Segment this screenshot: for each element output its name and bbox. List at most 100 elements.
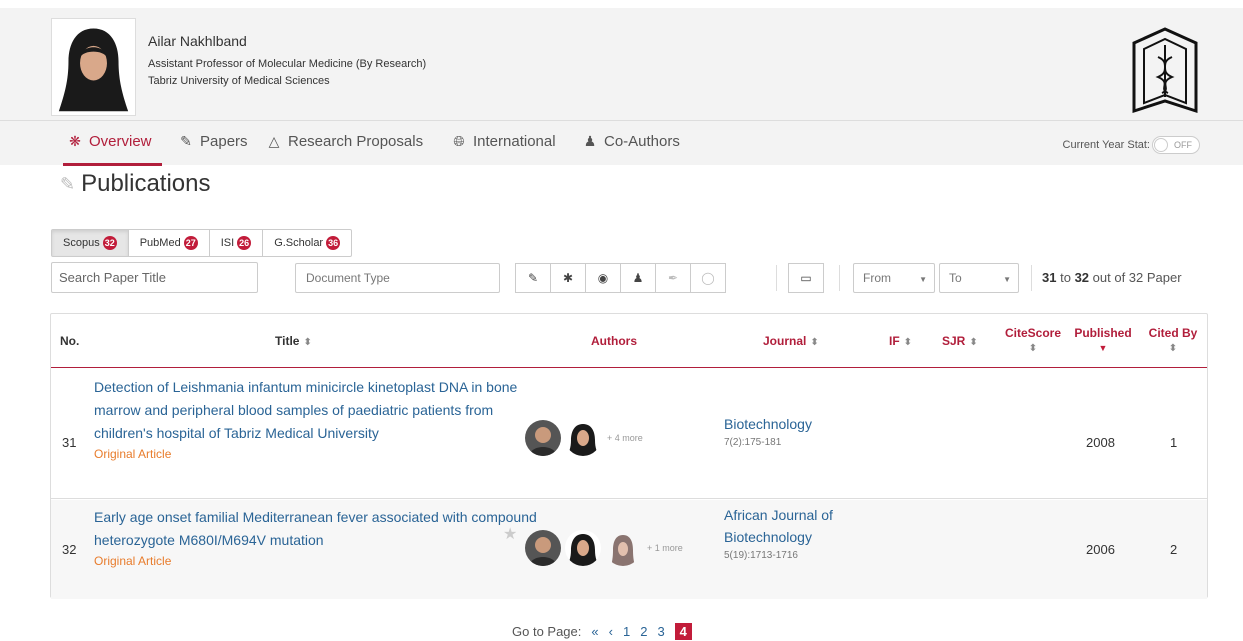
count-badge: 27 [183,236,198,250]
paper-title-link[interactable]: Early age onset familial Mediterranean f… [94,506,564,552]
source-tabs: Scopus 32 PubMed 27 ISI 26 G.Scholar 36 [51,229,353,257]
sort-icon: ⬍ [303,337,312,348]
year-stat-toggle[interactable]: OFF [1152,136,1200,154]
tab-research-proposals[interactable]: △ Research Proposals [266,133,423,150]
table-row: 32 Early age onset familial Mediterranea… [51,500,1207,599]
header-if[interactable]: IF ⬍ [889,334,912,348]
author-avatar[interactable] [525,420,561,456]
author-list: + 1 more [525,530,683,566]
tab-co-authors[interactable]: ♟ Co-Authors [582,133,680,150]
header-no: No. [60,334,80,348]
star-icon[interactable]: ★ [503,524,517,544]
sort-icon: ⬍ [969,337,978,348]
university-logo-icon [1132,27,1198,114]
paper-title-cell: Early age onset familial Mediterranean f… [94,506,564,570]
users-icon: ♟ [583,133,597,149]
pencil-filter-button[interactable]: ✎ [515,263,551,293]
page-link-1[interactable]: 1 [623,624,630,639]
published-year: 2006 [1086,542,1115,557]
more-authors-link[interactable]: + 1 more [647,543,683,553]
more-authors-link[interactable]: + 4 more [607,433,643,443]
journal-cell: Biotechnology 7(2):175-181 [724,413,812,451]
filter-icon-bar: ✎ ✱ ◉ ♟ ✒ ◯ [515,263,726,293]
network-icon: ❋ [69,133,81,149]
page-link-2[interactable]: 2 [640,624,647,639]
comment-filter-button[interactable]: ◯ [690,263,726,293]
profile-position: Assistant Professor of Molecular Medicin… [148,58,427,70]
current-year-stat: Current Year Stat: OFF [1063,136,1200,154]
globe-filter-button[interactable]: ◉ [585,263,621,293]
prev-page-button[interactable]: ‹ [609,624,613,639]
author-avatar[interactable] [565,530,601,566]
toggle-knob [1154,138,1168,152]
comment-icon: ◯ [701,271,715,285]
asterisk-icon: ✱ [562,271,574,285]
paging-info: 31 to 32 out of 32 Paper [1042,270,1182,285]
cited-by-count: 2 [1170,542,1178,557]
paper-title-link[interactable]: Detection of Leishmania infantum minicir… [94,376,524,445]
header-published[interactable]: Published ▼ [1070,326,1136,354]
author-avatar[interactable] [565,420,601,456]
tab-isi[interactable]: ISI 26 [208,229,264,257]
header-sjr[interactable]: SJR ⬍ [942,334,978,348]
caret-down-icon: ▼ [1003,275,1011,284]
quill-filter-button[interactable]: ✒ [655,263,691,293]
tab-overview[interactable]: ❋ Overview [67,133,151,150]
asterisk-filter-button[interactable]: ✱ [550,263,586,293]
tab-scopus[interactable]: Scopus 32 [51,229,129,257]
from-year-select[interactable]: From ▼ [853,263,935,293]
tab-gscholar[interactable]: G.Scholar 36 [262,229,353,257]
sort-icon: ⬍ [1028,343,1038,354]
header-cited-by[interactable]: Cited By ⬍ [1146,326,1200,354]
journal-link[interactable]: African Journal of Biotechnology [724,504,874,548]
users-filter-button[interactable]: ♟ [620,263,656,293]
profile-university: Tabriz University of Medical Sciences [148,75,330,87]
tab-pubmed[interactable]: PubMed 27 [127,229,210,257]
document-type-select[interactable]: Document Type [295,263,500,293]
current-page: 4 [674,623,692,640]
header-citescore[interactable]: CiteScore ⬍ [1003,326,1063,354]
publications-table: No. Title ⬍ Authors Journal ⬍ IF ⬍ SJR ⬍ Cit… [50,313,1208,599]
profile-header: Ailar Nakhlband Assistant Professor of M… [0,8,1243,120]
count-badge: 26 [237,236,252,250]
quill-icon: ✒ [667,271,679,285]
count-badge: 36 [326,236,341,250]
flask-icon: △ [268,133,280,149]
search-input[interactable] [51,262,258,293]
journal-link[interactable]: Biotechnology [724,413,812,435]
journal-pages: 5(19):1713-1716 [724,550,798,561]
divider [776,265,777,291]
row-number: 31 [62,435,77,450]
paper-title-cell: Detection of Leishmania infantum minicir… [94,376,524,463]
pencil-icon: ✎ [527,271,539,285]
journal-cell: African Journal of Biotechnology 5(19):1… [724,504,874,564]
divider [1031,265,1032,291]
header-authors: Authors [591,334,637,348]
tab-international[interactable]: 🌐︎ International [451,133,555,150]
article-type: Original Article [94,447,172,461]
journal-pages: 7(2):175-181 [724,437,782,448]
page-title: ✎ Publications [60,170,211,197]
users-icon: ♟ [632,271,644,285]
page-link-3[interactable]: 3 [657,624,664,639]
profile-name: Ailar Nakhlband [148,33,247,49]
caret-down-icon: ▼ [919,275,927,284]
article-type: Original Article [94,554,172,568]
tab-papers[interactable]: ✎ Papers [178,133,247,150]
active-tab-indicator [63,163,162,166]
divider [839,265,840,291]
sort-icon: ⬍ [903,337,913,348]
profile-photo [51,18,136,116]
cited-by-count: 1 [1170,435,1178,450]
author-avatar[interactable] [605,530,641,566]
first-page-button[interactable]: « [591,624,598,639]
header-journal[interactable]: Journal ⬍ [763,334,819,348]
author-avatar[interactable] [525,530,561,566]
pagination-label: Go to Page: [512,624,582,639]
to-year-select[interactable]: To ▼ [939,263,1019,293]
row-number: 32 [62,542,77,557]
book-filter-button[interactable]: ▭ [788,263,824,293]
header-title[interactable]: Title ⬍ [275,334,312,348]
sort-icon: ⬍ [810,337,819,348]
globe-icon: ◉ [597,271,609,285]
